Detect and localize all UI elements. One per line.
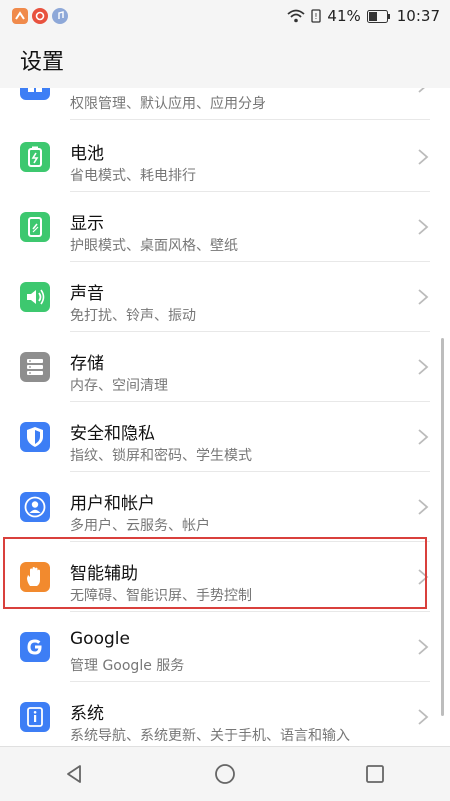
shield-icon: [20, 422, 50, 452]
item-title: 安全和隐私: [70, 424, 155, 444]
chevron-right-icon: [418, 709, 429, 725]
chevron-right-icon: [418, 219, 429, 235]
settings-item-storage[interactable]: 存储 内存、空间清理: [0, 332, 450, 402]
back-triangle-icon: [67, 765, 81, 783]
settings-list[interactable]: 权限管理、默认应用、应用分身 电池 省电模式、耗电排行 显示 护眼模式、桌面风格…: [0, 88, 450, 746]
battery-icon: [20, 142, 50, 172]
settings-item-security-privacy[interactable]: 安全和隐私 指纹、锁屏和密码、学生模式: [0, 402, 450, 472]
clock: 10:37: [396, 7, 440, 25]
settings-item-system[interactable]: 系统 系统导航、系统更新、关于手机、语言和输入: [0, 682, 450, 746]
app-notification-icon: [12, 8, 28, 24]
item-title: 智能辅助: [70, 564, 138, 584]
notification-icons: [12, 8, 68, 24]
item-subtitle: 内存、空间清理: [70, 378, 168, 394]
scrollbar[interactable]: [441, 338, 444, 716]
item-title: 系统: [70, 704, 104, 724]
settings-item-apps[interactable]: 权限管理、默认应用、应用分身: [0, 88, 450, 120]
sim-icon: !: [311, 9, 322, 23]
wifi-icon: [287, 9, 306, 23]
hand-icon: [20, 562, 50, 592]
item-title: 存储: [70, 354, 104, 374]
chevron-right-icon: [418, 569, 429, 585]
home-circle-icon: [215, 764, 235, 784]
item-subtitle: 护眼模式、桌面风格、壁纸: [70, 238, 238, 254]
item-title: 声音: [70, 284, 104, 304]
chevron-right-icon: [418, 289, 429, 305]
item-subtitle: 无障碍、智能识屏、手势控制: [70, 588, 252, 604]
page-title: 设置: [20, 50, 65, 75]
settings-item-display[interactable]: 显示 护眼模式、桌面风格、壁纸: [0, 192, 450, 262]
home-button[interactable]: [195, 754, 255, 794]
item-subtitle: 多用户、云服务、帐户: [70, 518, 210, 534]
info-icon: [20, 702, 50, 732]
item-title: 电池: [70, 144, 104, 164]
item-subtitle: 管理 Google 服务: [70, 658, 185, 674]
back-button[interactable]: [45, 754, 105, 794]
svg-text:!: !: [315, 12, 318, 21]
google-icon: [20, 632, 50, 662]
item-subtitle: 省电模式、耗电排行: [70, 168, 196, 184]
recents-button[interactable]: [345, 754, 405, 794]
item-title: 用户和帐户: [70, 494, 155, 514]
recents-square-icon: [366, 765, 384, 783]
settings-item-users-accounts[interactable]: 用户和帐户 多用户、云服务、帐户: [0, 472, 450, 542]
item-subtitle: 系统导航、系统更新、关于手机、语言和输入: [70, 728, 350, 744]
display-icon: [20, 212, 50, 242]
chevron-right-icon: [418, 149, 429, 165]
item-subtitle: 权限管理、默认应用、应用分身: [70, 96, 266, 112]
header: 设置: [0, 32, 450, 88]
navigation-bar: [0, 746, 450, 801]
apps-icon: [20, 88, 50, 100]
user-icon: [20, 492, 50, 522]
battery-status-icon: [366, 9, 390, 23]
battery-percent: 41%: [327, 7, 361, 25]
chevron-right-icon: [418, 639, 429, 655]
settings-item-sound[interactable]: 声音 免打扰、铃声、振动: [0, 262, 450, 332]
settings-item-google[interactable]: Google 管理 Google 服务: [0, 612, 450, 682]
status-bar: ! 41% 10:37: [0, 0, 450, 32]
settings-item-battery[interactable]: 电池 省电模式、耗电排行: [0, 122, 450, 192]
settings-item-smart-assistance[interactable]: 智能辅助 无障碍、智能识屏、手势控制: [0, 542, 450, 612]
chevron-right-icon: [418, 359, 429, 375]
chevron-right-icon: [418, 429, 429, 445]
storage-icon: [20, 352, 50, 382]
item-subtitle: 指纹、锁屏和密码、学生模式: [70, 448, 252, 464]
chevron-right-icon: [418, 88, 425, 93]
sound-icon: [20, 282, 50, 312]
chevron-right-icon: [418, 499, 429, 515]
item-subtitle: 免打扰、铃声、振动: [70, 308, 196, 324]
item-title: 显示: [70, 214, 104, 234]
item-title: Google: [70, 629, 130, 649]
app-notification-icon: [32, 8, 48, 24]
divider: [70, 119, 430, 120]
music-notification-icon: [52, 8, 68, 24]
